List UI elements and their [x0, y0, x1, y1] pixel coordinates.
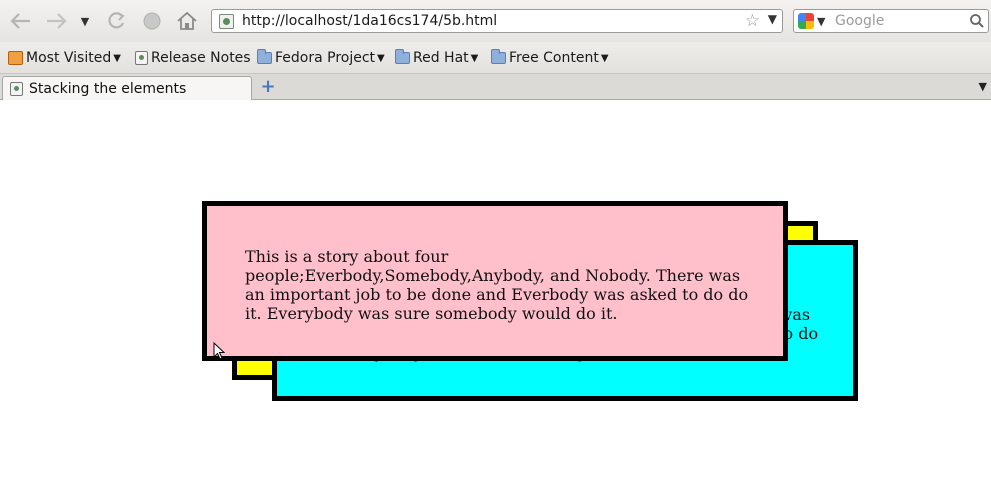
- mouse-cursor-icon: [213, 342, 225, 360]
- chevron-down-icon: ▼: [470, 52, 479, 64]
- navigation-toolbar: ▼ http://localhost/1da16cs174/5b.html ☆ …: [0, 0, 991, 42]
- chevron-down-icon: ▼: [978, 80, 987, 93]
- page-content: This is a story about four people;Everbo…: [0, 100, 991, 477]
- bookmark-star-icon[interactable]: ☆: [745, 11, 760, 31]
- chevron-down-icon: ▼: [817, 14, 826, 28]
- folder-icon: [395, 49, 410, 64]
- url-bar[interactable]: http://localhost/1da16cs174/5b.html ☆ ▼: [211, 9, 783, 33]
- bookmarks-toolbar: Most Visited ▼ Release Notes Fedora Proj…: [0, 42, 991, 74]
- url-text[interactable]: http://localhost/1da16cs174/5b.html: [242, 13, 497, 29]
- search-bar[interactable]: ▼ Google: [793, 9, 989, 33]
- bookmark-free-content[interactable]: Free Content ▼: [491, 49, 609, 67]
- folder-icon: [491, 49, 506, 64]
- chevron-down-icon: ▼: [80, 14, 90, 28]
- bookmark-label: Release Notes: [151, 50, 251, 66]
- reload-icon: [108, 12, 125, 29]
- search-icon[interactable]: [969, 13, 985, 29]
- bookmark-label: Fedora Project: [275, 50, 376, 66]
- search-input[interactable]: Google: [835, 13, 884, 29]
- back-button[interactable]: [6, 8, 36, 34]
- bookmark-red-hat[interactable]: Red Hat ▼: [395, 49, 478, 67]
- page-icon: [10, 82, 23, 96]
- most-visited-icon: [8, 51, 23, 65]
- history-dropdown-button[interactable]: ▼: [76, 8, 94, 34]
- home-button[interactable]: [174, 8, 200, 34]
- bookmark-label: Free Content: [509, 50, 599, 66]
- tab-strip: Stacking the elements + ▼: [0, 74, 991, 101]
- folder-icon: [257, 49, 272, 64]
- bookmark-most-visited[interactable]: Most Visited ▼: [8, 49, 121, 67]
- url-dropdown-icon[interactable]: ▼: [768, 12, 777, 26]
- site-identity-icon[interactable]: [219, 14, 234, 29]
- tab-stacking-the-elements[interactable]: Stacking the elements: [2, 76, 252, 101]
- bookmark-fedora-project[interactable]: Fedora Project ▼: [257, 49, 385, 67]
- reload-button[interactable]: [103, 8, 129, 34]
- bookmark-release-notes[interactable]: Release Notes: [135, 49, 251, 67]
- tab-label: Stacking the elements: [29, 81, 187, 97]
- stacked-box-front: This is a story about four people;Everbo…: [202, 201, 788, 361]
- chevron-down-icon: ▼: [377, 52, 385, 64]
- page-icon: [135, 51, 148, 65]
- back-arrow-icon: [10, 13, 30, 29]
- chevron-down-icon: ▼: [600, 52, 609, 64]
- google-icon: [798, 13, 814, 29]
- home-icon: [177, 11, 197, 30]
- bookmark-label: Most Visited: [26, 50, 112, 66]
- chevron-down-icon: ▼: [113, 52, 121, 64]
- search-engine-button[interactable]: ▼: [796, 12, 832, 30]
- story-text: This is a story about four people;Everbo…: [245, 247, 749, 323]
- bookmark-label: Red Hat: [413, 50, 469, 66]
- stop-icon: [143, 12, 161, 30]
- forward-button[interactable]: [42, 8, 70, 34]
- tab-list-button[interactable]: ▼: [979, 80, 987, 93]
- forward-arrow-icon: [47, 13, 67, 29]
- plus-icon: +: [260, 76, 276, 97]
- stop-button[interactable]: [140, 8, 164, 34]
- new-tab-button[interactable]: +: [258, 78, 278, 96]
